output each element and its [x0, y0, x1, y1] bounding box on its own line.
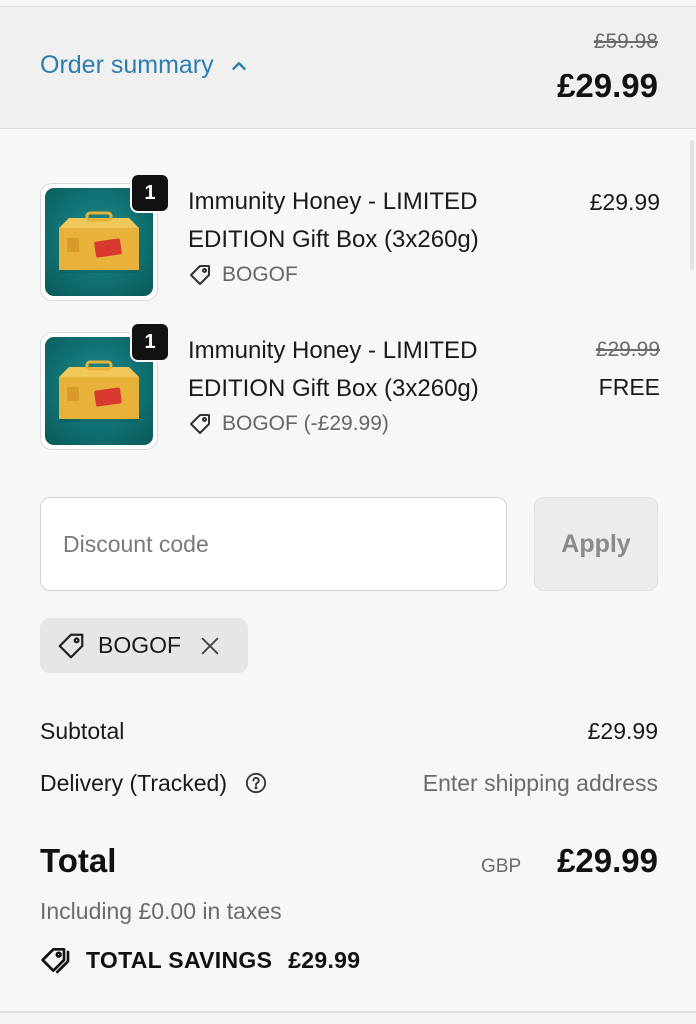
- delivery-row: Delivery (Tracked) Enter shipping addres…: [40, 770, 658, 797]
- summary-total: £29.99: [557, 67, 658, 104]
- order-summary-bar[interactable]: Order summary £59.98 £29.99: [0, 7, 696, 129]
- help-icon[interactable]: [245, 772, 267, 794]
- item-discount-tag: BOGOF (-£29.99): [188, 412, 389, 436]
- discount-code-input[interactable]: [40, 497, 507, 591]
- item-original-price: £29.99: [595, 338, 660, 361]
- delivery-value: Enter shipping address: [422, 770, 658, 796]
- summary-original-total: £59.98: [593, 30, 658, 53]
- applied-discount-chip: BOGOF: [40, 618, 248, 673]
- item-title: Immunity Honey - LIMITED EDITION Gift Bo…: [188, 337, 479, 402]
- remove-discount-icon[interactable]: [199, 635, 221, 657]
- total-savings: TOTAL SAVINGS £29.99: [40, 944, 360, 976]
- subtotal-label: Subtotal: [40, 718, 125, 744]
- item-discount-tag: BOGOF: [188, 263, 298, 287]
- applied-discount-code: BOGOF: [98, 632, 182, 658]
- savings-label: TOTAL SAVINGS: [86, 946, 273, 973]
- tag-icon: [190, 414, 210, 434]
- tag-icon: [190, 265, 210, 285]
- item-price: £29.99: [589, 189, 660, 215]
- apply-button[interactable]: Apply: [534, 497, 658, 591]
- subtotal-value: £29.99: [587, 718, 658, 744]
- delivery-label: Delivery (Tracked): [40, 770, 228, 796]
- total-amount: £29.99: [557, 842, 658, 879]
- scrollbar[interactable]: [690, 140, 694, 270]
- quantity-badge: 1: [130, 322, 170, 362]
- savings-value: £29.99: [288, 946, 361, 973]
- line-item: 1 Immunity Honey - LIMITED EDITION Gift …: [40, 322, 660, 452]
- item-title: Immunity Honey - LIMITED EDITION Gift Bo…: [188, 188, 479, 253]
- item-discount-label: BOGOF: [222, 263, 298, 286]
- tag-icon: [58, 633, 84, 658]
- savings-tag-icon: [41, 948, 70, 974]
- total-label: Total: [40, 842, 117, 879]
- quantity-badge: 1: [130, 173, 170, 213]
- subtotal-row: Subtotal £29.99: [40, 718, 658, 745]
- item-final-price: FREE: [598, 374, 660, 400]
- item-discount-label: BOGOF (-£29.99): [222, 412, 389, 435]
- order-summary-toggle[interactable]: Order summary: [40, 51, 250, 80]
- total-currency: GBP: [481, 856, 522, 877]
- order-summary-label: Order summary: [40, 51, 214, 79]
- line-item: 1 Immunity Honey - LIMITED EDITION Gift …: [40, 173, 660, 303]
- chevron-up-icon: [231, 61, 246, 70]
- bottom-divider: [0, 1011, 696, 1013]
- taxes-note: Including £0.00 in taxes: [40, 898, 282, 924]
